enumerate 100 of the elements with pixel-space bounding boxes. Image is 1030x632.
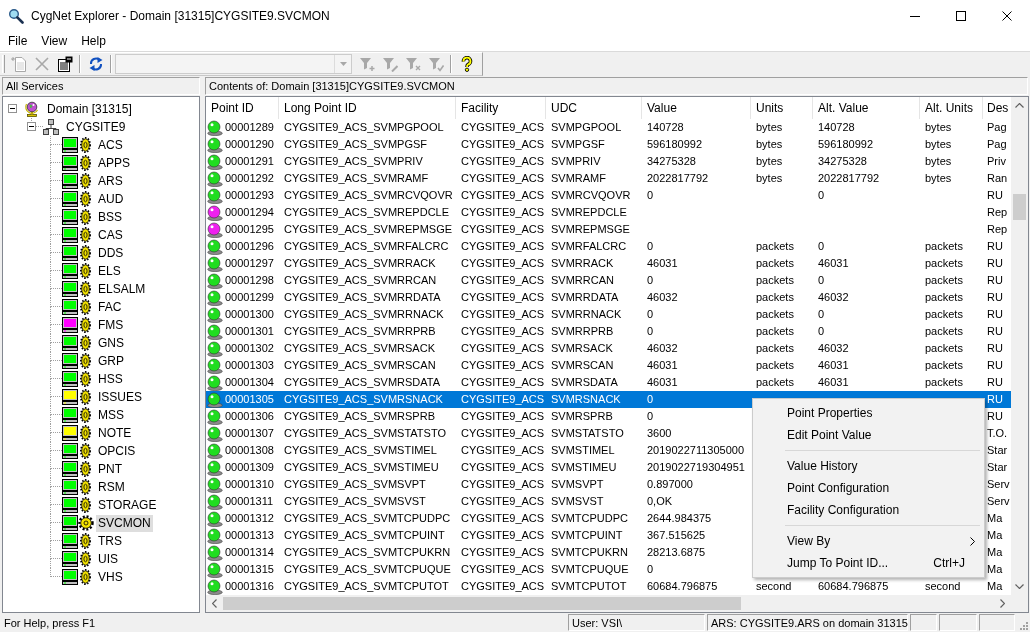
status-text: For Help, press F1 xyxy=(3,616,96,631)
tree-item[interactable]: CYGSITE9 xyxy=(64,118,128,136)
table-cell-text: SVMSVPT xyxy=(550,477,605,492)
table-cell-text: SVMTCPUTOT xyxy=(550,579,628,594)
table-cell-text: packets xyxy=(755,375,795,390)
menu-item[interactable]: Facility Configuration xyxy=(755,499,982,521)
tree-item[interactable]: ELSALM xyxy=(96,280,148,298)
tree-item[interactable]: DDS xyxy=(96,244,126,262)
tree-item[interactable]: BSS xyxy=(96,208,124,226)
column-header[interactable]: Alt. Units xyxy=(920,97,983,119)
tree-item[interactable]: ACS xyxy=(96,136,125,154)
menu-item[interactable]: Value History xyxy=(755,455,982,477)
tree-item[interactable]: ISSUES xyxy=(96,388,144,406)
tree-item[interactable]: GNS xyxy=(96,334,126,352)
tree-item[interactable]: ARS xyxy=(96,172,125,190)
tree-item[interactable]: HSS xyxy=(96,370,125,388)
menu-item[interactable]: Help xyxy=(74,32,113,50)
table-cell[interactable]: 00001295 xyxy=(225,221,274,238)
table-cell[interactable]: 00001301 xyxy=(225,323,274,340)
tree-item[interactable]: NOTE xyxy=(96,424,134,442)
table-cell[interactable]: 00001294 xyxy=(225,204,274,221)
table-cell-text: CYGSITE9_ACS_SVMRCVQOVR xyxy=(283,188,454,203)
table-cell[interactable]: 00001289 xyxy=(225,119,274,136)
table-cell[interactable]: 00001306 xyxy=(225,408,274,425)
table-cell[interactable]: 00001296 xyxy=(225,238,274,255)
column-header[interactable]: Long Point ID xyxy=(279,97,456,119)
table-cell[interactable]: 00001291 xyxy=(225,153,274,170)
column-header[interactable]: Units xyxy=(751,97,813,119)
column-header[interactable]: Value xyxy=(642,97,751,119)
column-header[interactable]: Point ID xyxy=(206,97,279,119)
tree-item[interactable]: FAC xyxy=(96,298,124,316)
menu-item[interactable]: View By xyxy=(755,530,982,552)
tree-item[interactable]: STORAGE xyxy=(96,496,159,514)
table-cell[interactable]: 00001304 xyxy=(225,374,274,391)
tree-item[interactable]: SVCMON xyxy=(96,514,153,532)
table-cell[interactable]: 00001316 xyxy=(225,578,274,595)
table-cell-text: CYGSITE9_ACS xyxy=(460,239,546,254)
table-cell[interactable]: 00001307 xyxy=(225,425,274,442)
scroll-thumb[interactable] xyxy=(223,597,741,610)
dropdown-arrow-icon xyxy=(339,62,347,66)
table-cell[interactable]: 00001302 xyxy=(225,340,274,357)
tree-item[interactable]: APPS xyxy=(96,154,132,172)
tree-item[interactable]: RSM xyxy=(96,478,127,496)
column-header[interactable]: Des xyxy=(983,97,1011,119)
tree-item[interactable]: ELS xyxy=(96,262,123,280)
tree-item[interactable]: TRS xyxy=(96,532,124,550)
scroll-thumb[interactable] xyxy=(1013,194,1026,220)
tree-item[interactable]: UIS xyxy=(96,550,120,568)
table-cell[interactable]: 00001300 xyxy=(225,306,274,323)
table-cell[interactable]: 00001293 xyxy=(225,187,274,204)
tree-item[interactable]: CAS xyxy=(96,226,125,244)
table-cell: RU xyxy=(983,391,1011,408)
table-cell-text: SVMRSPRB xyxy=(550,409,614,424)
table-cell-text: 0 xyxy=(646,188,655,203)
menu-item[interactable]: Jump To Point ID... Ctrl+J xyxy=(755,552,982,574)
tree-item[interactable]: VHS xyxy=(96,568,125,586)
menu-item[interactable]: File xyxy=(1,32,35,50)
table-cell[interactable]: 00001310 xyxy=(225,476,274,493)
column-header[interactable]: Alt. Value xyxy=(813,97,920,119)
table-cell[interactable]: 00001303 xyxy=(225,357,274,374)
table-cell[interactable]: 00001313 xyxy=(225,527,274,544)
table-cell-text: Star xyxy=(986,460,1009,475)
table-cell[interactable]: 00001297 xyxy=(225,255,274,272)
table-cell-text: packets xyxy=(755,324,795,339)
tree-item[interactable]: Domain [31315] xyxy=(45,100,134,118)
menu-item[interactable]: View xyxy=(34,32,75,50)
menu-item[interactable]: Edit Point Value xyxy=(755,424,982,446)
table-cell-text: CYGSITE9_ACS xyxy=(460,375,546,390)
column-header[interactable]: UDC xyxy=(546,97,642,119)
menu-item[interactable]: Point Configuration xyxy=(755,477,982,499)
table-cell-text: CYGSITE9_ACS_SVMSVST xyxy=(283,494,427,509)
collapse-icon[interactable] xyxy=(8,104,17,113)
table-cell-text: CYGSITE9_ACS_SVMTCPUTOT xyxy=(283,579,450,594)
tree-item[interactable]: PNT xyxy=(96,460,124,478)
table-cell[interactable]: 00001309 xyxy=(225,459,274,476)
table-cell[interactable]: 00001312 xyxy=(225,510,274,527)
table-cell[interactable]: 00001311 xyxy=(225,493,274,510)
table-cell[interactable]: 00001308 xyxy=(225,442,274,459)
table-cell[interactable]: 00001292 xyxy=(225,170,274,187)
size-grip-icon[interactable] xyxy=(1017,619,1029,631)
tree-item[interactable]: GRP xyxy=(96,352,126,370)
table-cell-text: 46031 xyxy=(817,358,850,373)
chevron-right-icon xyxy=(1000,599,1005,608)
table-cell[interactable]: 00001314 xyxy=(225,544,274,561)
table-cell[interactable]: 00001298 xyxy=(225,272,274,289)
table-cell[interactable]: 00001299 xyxy=(225,289,274,306)
tree-item[interactable]: FMS xyxy=(96,316,126,334)
gear-icon xyxy=(80,569,91,585)
collapse-icon[interactable] xyxy=(27,122,36,131)
tree-item[interactable]: OPCIS xyxy=(96,442,138,460)
gear-icon xyxy=(80,479,91,495)
table-cell-text: 60684.796875 xyxy=(646,579,719,594)
tree-item[interactable]: MSS xyxy=(96,406,126,424)
table-cell-text: 46032 xyxy=(817,290,850,305)
column-header[interactable]: Facility xyxy=(456,97,546,119)
menu-item[interactable]: Point Properties xyxy=(755,402,982,424)
tree-item[interactable]: AUD xyxy=(96,190,126,208)
table-cell-text: CYGSITE9_ACS_SVMREPDCLE xyxy=(283,205,451,220)
table-cell[interactable]: 00001290 xyxy=(225,136,274,153)
table-cell[interactable]: 00001315 xyxy=(225,561,274,578)
